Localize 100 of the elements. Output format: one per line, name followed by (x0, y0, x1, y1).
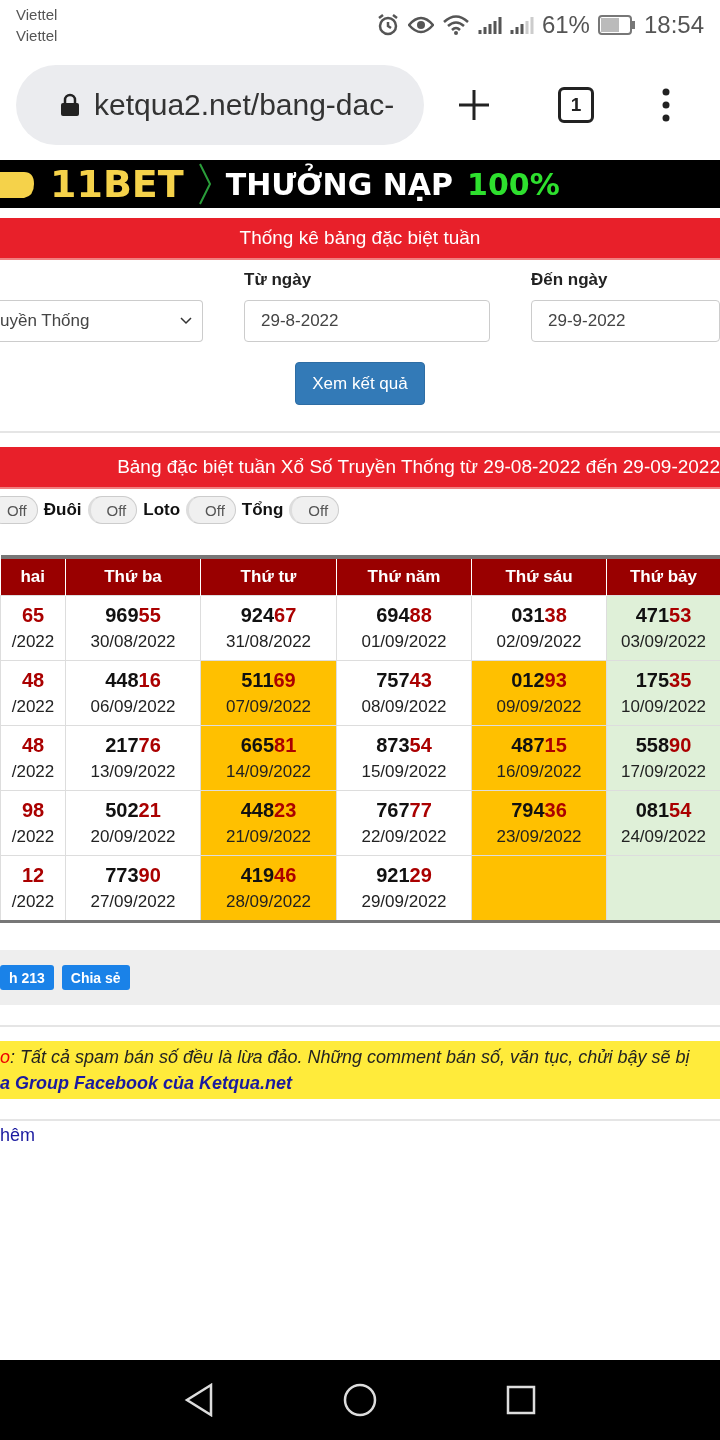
battery-percent: 61% (541, 11, 590, 39)
toggle-label: Loto (143, 500, 181, 520)
result-number: 75743 (375, 668, 433, 693)
ad-banner[interactable]: 11BET THƯỞNG NẠP 100% (0, 160, 720, 208)
ad-brand: 11BET (50, 162, 184, 206)
lock-icon (60, 93, 80, 117)
result-date: 10/09/2022 (619, 696, 708, 718)
section-title: Thống kê bảng đặc biệt tuần (0, 218, 720, 260)
result-date: 08/09/2022 (360, 696, 448, 718)
result-date: 09/09/2022 (495, 696, 583, 718)
result-number: 77390 (104, 863, 162, 888)
ad-highlight: 100% (467, 166, 560, 202)
toggle-label: Đuôi (43, 500, 82, 520)
eye-icon (407, 15, 434, 35)
result-date: /2022 (10, 826, 56, 848)
column-header: Thứ ba (65, 557, 201, 596)
result-number: 12 (20, 863, 46, 888)
share-button[interactable]: Chia sẻ (61, 965, 130, 990)
field-label: Đến ngày (531, 270, 609, 291)
type-select[interactable]: uyền Thống (0, 300, 203, 342)
wifi-icon (441, 14, 470, 36)
result-number: 17535 (634, 668, 693, 693)
column-header: hai (0, 557, 66, 596)
result-date: /2022 (10, 891, 56, 913)
chevron-down-icon (180, 317, 192, 325)
result-date: /2022 (10, 631, 56, 653)
result-number: 21776 (104, 733, 162, 758)
result-date: 07/09/2022 (224, 696, 313, 718)
facebook-link[interactable]: a Group Facebook của Ketqua.net (0, 1070, 720, 1096)
result-number: 03138 (510, 603, 568, 628)
result-date: 29/09/2022 (360, 891, 448, 913)
chevron-icon (197, 162, 212, 206)
toggle-switch[interactable]: Off (0, 496, 38, 524)
result-number: 87354 (375, 733, 433, 758)
toggle-label: Tổng (241, 500, 284, 520)
result-number: 55890 (634, 733, 693, 758)
column-header: Thứ tư (200, 557, 337, 596)
result-date: 24/09/2022 (619, 826, 708, 848)
result-number: 69488 (375, 603, 433, 628)
result-number: 50221 (104, 798, 162, 823)
result-number: 44816 (104, 668, 162, 693)
column-header: Thứ năm (336, 557, 472, 596)
toggle-switch[interactable]: Off (186, 496, 236, 524)
result-date: 22/09/2022 (360, 826, 448, 848)
carrier-name: Viettel (16, 26, 58, 46)
more-link[interactable]: hêm (0, 1125, 35, 1146)
result-date: 17/09/2022 (619, 761, 708, 783)
result-number: 47153 (634, 603, 693, 628)
result-number: 44823 (239, 798, 298, 823)
result-number: 01293 (510, 668, 568, 693)
result-date: 15/09/2022 (360, 761, 448, 783)
result-date: 20/09/2022 (89, 826, 177, 848)
signal-icon (477, 14, 502, 36)
result-date: 06/09/2022 (89, 696, 177, 718)
result-date: 28/09/2022 (224, 891, 313, 913)
battery-icon (597, 15, 636, 35)
url-text: ketqua2.net/bang-dac- (94, 88, 395, 122)
menu-icon[interactable] (662, 88, 670, 122)
carrier-name: Viettel (16, 5, 58, 25)
result-date: 31/08/2022 (224, 631, 313, 653)
result-date: 16/09/2022 (495, 761, 583, 783)
result-number: 76777 (375, 798, 433, 823)
result-date: 30/08/2022 (89, 631, 177, 653)
toggle-switch[interactable]: Off (87, 496, 138, 524)
share-button[interactable]: h 213 (0, 965, 54, 990)
signal-icon (509, 14, 534, 36)
result-date: 27/09/2022 (89, 891, 177, 913)
back-icon[interactable] (184, 1383, 215, 1417)
address-bar[interactable]: ketqua2.net/bang-dac- (16, 65, 424, 145)
result-number: 48715 (510, 733, 568, 758)
notice-text: o: Tất cả spam bán số đều là lừa đảo. Những comment bán số, văn tục, chửi bậy sẽ bị (0, 1046, 691, 1069)
result-date: 03/09/2022 (619, 631, 708, 653)
result-date: 01/09/2022 (360, 631, 448, 653)
result-date: 23/09/2022 (495, 826, 583, 848)
submit-button[interactable]: Xem kết quả (295, 362, 425, 405)
result-title: Bảng đặc biệt tuần Xổ Số Truyền Thống từ 29-08-2022 đến 29-09-2022 (0, 447, 720, 489)
result-date: /2022 (10, 696, 56, 718)
date-field[interactable]: 29-9-2022 (531, 300, 720, 342)
recents-icon[interactable] (505, 1385, 536, 1415)
date-field[interactable]: 29-8-2022 (244, 300, 490, 342)
toggle-switch[interactable]: Off (289, 496, 340, 524)
column-header: Thứ sáu (471, 557, 607, 596)
result-number: 48 (20, 733, 46, 758)
result-number: 92129 (375, 863, 433, 888)
result-number: 65 (20, 603, 46, 628)
clock-time: 18:54 (643, 11, 704, 39)
plus-icon[interactable] (458, 89, 490, 121)
field-label: Từ ngày (244, 270, 313, 291)
result-number: 51169 (240, 668, 297, 693)
result-number: 66581 (239, 733, 298, 758)
result-date: /2022 (10, 761, 56, 783)
result-number: 48 (20, 668, 46, 693)
tab-count[interactable]: 1 (558, 87, 594, 123)
home-icon[interactable] (343, 1383, 377, 1417)
result-number: 98 (20, 798, 46, 823)
result-date: 13/09/2022 (89, 761, 177, 783)
result-number: 92467 (239, 603, 298, 628)
result-date: 02/09/2022 (495, 631, 583, 653)
result-number: 79436 (510, 798, 568, 823)
result-date: 14/09/2022 (224, 761, 313, 783)
